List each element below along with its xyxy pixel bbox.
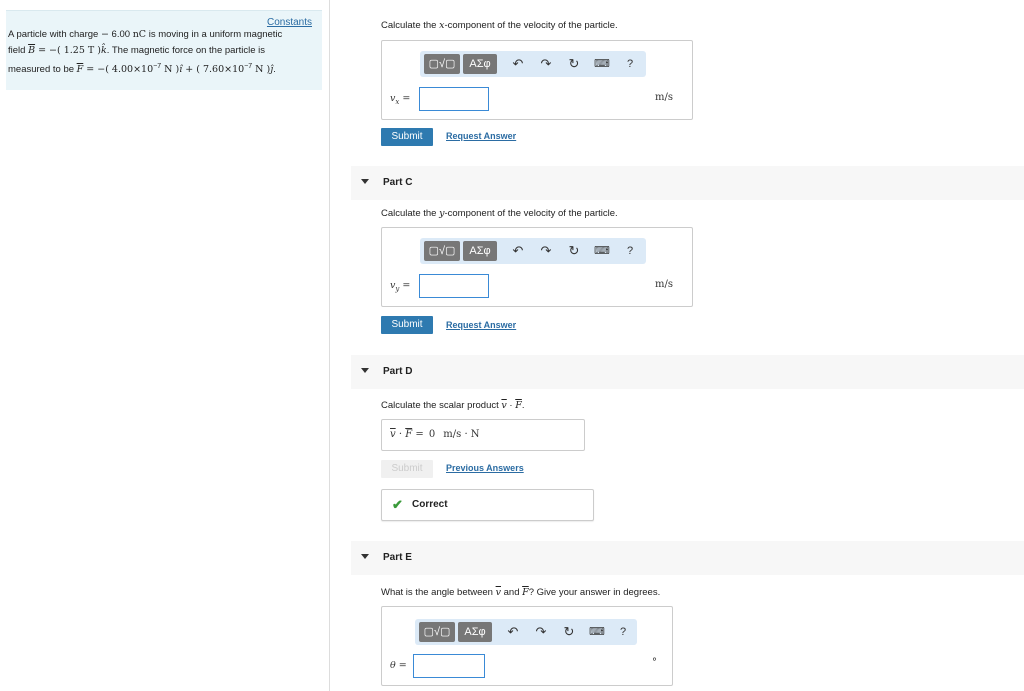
redo-icon[interactable]: ↷ <box>533 623 549 641</box>
left-pane: Constants A particle with charge − 6.00 … <box>0 0 330 691</box>
keyboard-icon[interactable]: ⌨ <box>594 55 610 73</box>
part-e-label: Part E <box>383 552 412 563</box>
part-b-variable: vx = <box>390 93 411 106</box>
greek-symbols-button[interactable]: ΑΣφ <box>463 241 497 261</box>
reset-icon[interactable]: ↻ <box>566 242 582 260</box>
part-e-answer-box: ▢√▢ ΑΣφ ↶ ↷ ↻ ⌨ ? θ = ° <box>381 606 673 686</box>
part-b-input[interactable] <box>419 87 489 111</box>
part-e-header[interactable]: Part E <box>351 541 1024 575</box>
greek-symbols-button[interactable]: ΑΣφ <box>463 54 497 74</box>
help-icon[interactable]: ? <box>622 242 638 260</box>
reset-icon[interactable]: ↻ <box>566 55 582 73</box>
part-b-question: Calculate the x-component of the velocit… <box>381 20 618 31</box>
problem-line-3: measured to be F = −( 4.00×10−7 N )î + (… <box>8 63 276 76</box>
part-c-header[interactable]: Part C <box>351 166 1024 200</box>
part-d-submitted-answer: v · F = 0 m/s · N <box>390 429 480 440</box>
main-pane: Calculate the x-component of the velocit… <box>331 0 1024 691</box>
redo-icon[interactable]: ↷ <box>538 55 554 73</box>
part-b-answer-box: ▢√▢ ΑΣφ ↶ ↷ ↻ ⌨ ? vx = m/s <box>381 40 693 120</box>
part-c-submit-button[interactable]: Submit <box>381 316 433 334</box>
part-c-variable: vy = <box>390 280 411 293</box>
keyboard-icon[interactable]: ⌨ <box>594 242 610 260</box>
part-b-toolbar: ▢√▢ ΑΣφ ↶ ↷ ↻ ⌨ ? <box>420 51 646 77</box>
part-c-request-answer-link[interactable]: Request Answer <box>446 320 516 330</box>
templates-button[interactable]: ▢√▢ <box>424 54 460 74</box>
part-c-input[interactable] <box>419 274 489 298</box>
part-d-answer-unit: m/s · N <box>443 429 480 440</box>
part-c-label: Part C <box>383 177 413 188</box>
checkmark-icon: ✔ <box>392 497 403 512</box>
part-c-toolbar: ▢√▢ ΑΣφ ↶ ↷ ↻ ⌨ ? <box>420 238 646 264</box>
part-c-answer-box: ▢√▢ ΑΣφ ↶ ↷ ↻ ⌨ ? vy = m/s <box>381 227 693 307</box>
undo-icon[interactable]: ↶ <box>510 242 526 260</box>
part-e-toolbar: ▢√▢ ΑΣφ ↶ ↷ ↻ ⌨ ? <box>415 619 637 645</box>
part-d-answer-box: v · F = 0 m/s · N <box>381 419 585 451</box>
problem-line-1: A particle with charge − 6.00 nC is movi… <box>8 29 283 40</box>
part-e-unit: ° <box>652 657 657 668</box>
templates-button[interactable]: ▢√▢ <box>419 622 455 642</box>
undo-icon[interactable]: ↶ <box>505 623 521 641</box>
collapse-triangle-icon <box>361 179 369 184</box>
part-d-header[interactable]: Part D <box>351 355 1024 389</box>
part-e-input[interactable] <box>413 654 485 678</box>
part-b-request-answer-link[interactable]: Request Answer <box>446 131 516 141</box>
problem-line-2: field B = −( 1.25 T )k̂. The magnetic fo… <box>8 45 266 56</box>
greek-symbols-button[interactable]: ΑΣφ <box>458 622 492 642</box>
vector-b: B <box>28 45 36 56</box>
redo-icon[interactable]: ↷ <box>538 242 554 260</box>
part-e-question: What is the angle between v and F? Give … <box>381 587 661 598</box>
correct-label: Correct <box>412 499 448 510</box>
part-d-correct-feedback: ✔ Correct <box>381 489 594 521</box>
templates-button[interactable]: ▢√▢ <box>424 241 460 261</box>
part-c-unit: m/s <box>655 279 673 290</box>
part-d-answer-value: 0 <box>428 429 436 440</box>
undo-icon[interactable]: ↶ <box>510 55 526 73</box>
part-d-question: Calculate the scalar product v · F. <box>381 400 525 411</box>
part-d-previous-answers-link[interactable]: Previous Answers <box>446 463 524 473</box>
reset-icon[interactable]: ↻ <box>561 623 577 641</box>
part-e-variable: θ = <box>390 660 407 671</box>
collapse-triangle-icon <box>361 554 369 559</box>
collapse-triangle-icon <box>361 368 369 373</box>
part-d-submit-button: Submit <box>381 460 433 478</box>
part-b-unit: m/s <box>655 92 673 103</box>
part-c-question: Calculate the y-component of the velocit… <box>381 208 618 219</box>
part-b-submit-button[interactable]: Submit <box>381 128 433 146</box>
keyboard-icon[interactable]: ⌨ <box>589 623 605 641</box>
problem-statement: A particle with charge − 6.00 nC is movi… <box>8 27 308 78</box>
help-icon[interactable]: ? <box>622 55 638 73</box>
help-icon[interactable]: ? <box>615 623 631 641</box>
part-d-label: Part D <box>383 366 413 377</box>
